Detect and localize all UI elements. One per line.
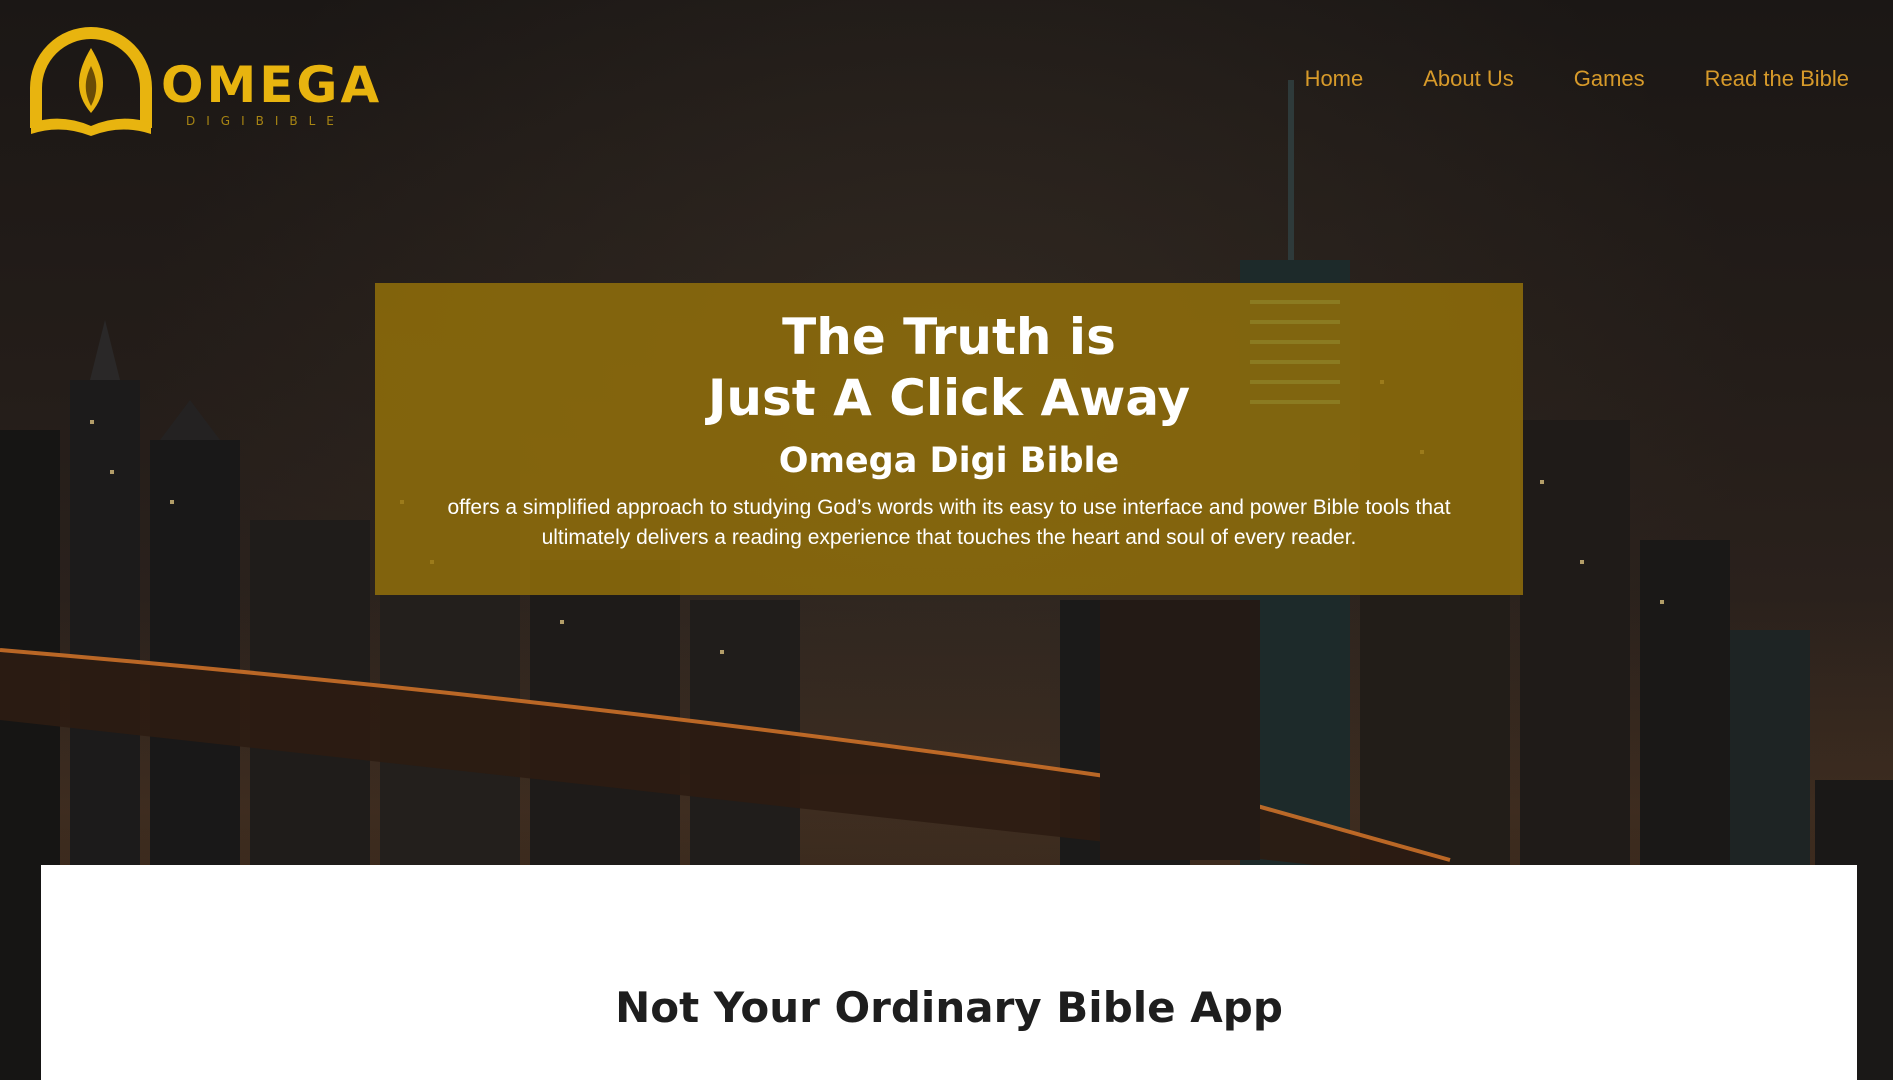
hero-subtitle: Omega Digi Bible: [778, 441, 1120, 481]
nav-about-us[interactable]: About Us: [1423, 66, 1514, 92]
nav-read-the-bible[interactable]: Read the Bible: [1705, 66, 1849, 92]
site-header: OMEGA DIGIBIBLE Home About Us Games Read…: [0, 0, 1893, 160]
section-title: Not Your Ordinary Bible App: [615, 983, 1283, 1032]
hero-title: The Truth is Just A Click Away: [375, 307, 1523, 429]
nav-games[interactable]: Games: [1574, 66, 1645, 92]
flame-book-icon: [30, 27, 152, 136]
main-nav: Home About Us Games Read the Bible: [1305, 66, 1849, 92]
hero-title-line2: Just A Click Away: [707, 369, 1191, 427]
intro-section: Not Your Ordinary Bible App: [41, 865, 1857, 1080]
page: OMEGA DIGIBIBLE Home About Us Games Read…: [0, 0, 1893, 1080]
hero-banner: The Truth is Just A Click Away Omega Dig…: [375, 283, 1523, 595]
brand-logo[interactable]: OMEGA DIGIBIBLE: [26, 18, 379, 138]
brand-name: OMEGA: [161, 56, 383, 114]
hero-description: offers a simplified approach to studying…: [405, 493, 1493, 553]
hero-description-line1: offers a simplified approach to studying…: [447, 496, 1451, 519]
hero-description-line2: ultimately delivers a reading experience…: [541, 526, 1357, 549]
nav-home[interactable]: Home: [1305, 66, 1364, 92]
hero-title-line1: The Truth is: [782, 308, 1116, 366]
brand-tagline: DIGIBIBLE: [186, 114, 345, 128]
